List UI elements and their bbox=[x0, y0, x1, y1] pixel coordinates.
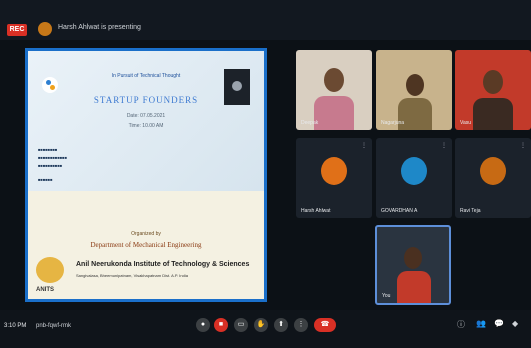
department-name: Department of Mechanical Engineering bbox=[90, 241, 202, 249]
participant-tile[interactable]: Vasu bbox=[455, 50, 531, 130]
participant-name: Vasu bbox=[460, 120, 472, 126]
slide-footer-area: Organized by Department of Mechanical En… bbox=[28, 191, 264, 299]
present-button[interactable]: ⬆ bbox=[274, 318, 288, 332]
participant-avatar bbox=[480, 157, 506, 185]
people-icon[interactable]: 👥 bbox=[476, 319, 486, 328]
participant-tile[interactable]: ⋮ Harsh Ahlwat bbox=[296, 138, 372, 218]
participant-avatar bbox=[401, 157, 427, 185]
participant-tile[interactable]: ⋮ GOVARDHAN A bbox=[376, 138, 452, 218]
organized-by-label: Organized by bbox=[131, 231, 161, 237]
info-icon[interactable]: ⓘ bbox=[457, 319, 465, 330]
meeting-code: pnb-fqwf-rmk bbox=[36, 323, 72, 329]
end-call-icon: ☎ bbox=[320, 321, 330, 328]
captions-button[interactable]: ▭ bbox=[234, 318, 248, 332]
participant-tile[interactable]: Deepak bbox=[296, 50, 372, 130]
chat-icon[interactable]: 💬 bbox=[494, 319, 504, 328]
slide-time: Time: 10.00 AM bbox=[128, 123, 164, 129]
more-options-icon[interactable]: ⋮ bbox=[441, 142, 447, 149]
more-options-icon[interactable]: ⋮ bbox=[361, 142, 367, 149]
slide-heading: STARTUP FOUNDERS bbox=[93, 95, 199, 105]
captions-icon: ▭ bbox=[237, 321, 245, 328]
hand-icon: ✋ bbox=[256, 321, 266, 328]
more-options-button[interactable]: ⋮ bbox=[294, 318, 308, 332]
participant-name: Ravi Teja bbox=[460, 208, 481, 214]
top-bar: REC Harsh Ahlwat is presenting bbox=[0, 0, 531, 40]
activities-icon[interactable]: ◆ bbox=[512, 319, 518, 328]
mic-button[interactable]: ● bbox=[196, 318, 210, 332]
logo-dot-blue bbox=[46, 80, 51, 85]
participant-avatar bbox=[321, 157, 347, 185]
participant-face bbox=[324, 68, 344, 92]
participant-face bbox=[483, 70, 503, 94]
shared-screen: In Pursuit of Technical Thought STARTUP … bbox=[25, 48, 267, 302]
anits-logo-text: ANITS bbox=[36, 287, 54, 293]
participant-tile[interactable]: Nagarjuna bbox=[376, 50, 452, 130]
slide-header-area: In Pursuit of Technical Thought STARTUP … bbox=[28, 51, 264, 191]
slide-speaker-line: ■■■■■■■■■■ bbox=[38, 163, 63, 168]
more-icon: ⋮ bbox=[297, 321, 305, 328]
raise-hand-button[interactable]: ✋ bbox=[254, 318, 268, 332]
self-face bbox=[404, 247, 422, 269]
slide-date: Date: 07.05.2021 bbox=[126, 113, 166, 119]
logo-dot-orange bbox=[50, 85, 55, 90]
slide-speaker-line: ■■■■■■ bbox=[38, 177, 53, 182]
more-options-icon[interactable]: ⋮ bbox=[520, 142, 526, 149]
self-view-tile[interactable]: You bbox=[375, 225, 451, 305]
institute-name: Anil Neerukonda Institute of Technology … bbox=[76, 261, 250, 268]
participant-name: You bbox=[382, 293, 391, 299]
meeting-time: 3:10 PM bbox=[4, 323, 27, 329]
institute-address: Sangivalasa, Bheemunipatnam, Visakhapatn… bbox=[76, 273, 188, 278]
participant-name: Nagarjuna bbox=[381, 120, 405, 126]
end-call-button[interactable]: ☎ bbox=[314, 318, 336, 332]
participant-name: Deepak bbox=[301, 120, 319, 126]
participant-face bbox=[406, 74, 424, 96]
presenter-avatar bbox=[38, 22, 52, 36]
camera-off-icon: ■ bbox=[218, 321, 224, 328]
slide-small-title: In Pursuit of Technical Thought bbox=[111, 73, 181, 79]
participant-name: Harsh Ahlwat bbox=[301, 208, 331, 214]
participant-name: GOVARDHAN A bbox=[381, 208, 418, 214]
mic-icon: ● bbox=[200, 321, 206, 328]
slide-speaker-block: ■■■■■■■■ bbox=[38, 147, 58, 152]
anits-logo-icon bbox=[36, 257, 64, 283]
slide-speaker-line: ■■■■■■■■■■■■ bbox=[38, 155, 67, 160]
presenting-status: Harsh Ahlwat is presenting bbox=[58, 24, 141, 31]
camera-button[interactable]: ■ bbox=[214, 318, 228, 332]
recording-badge: REC bbox=[7, 24, 27, 36]
participant-tile[interactable]: ⋮ Ravi Teja bbox=[455, 138, 531, 218]
present-icon: ⬆ bbox=[278, 321, 284, 328]
